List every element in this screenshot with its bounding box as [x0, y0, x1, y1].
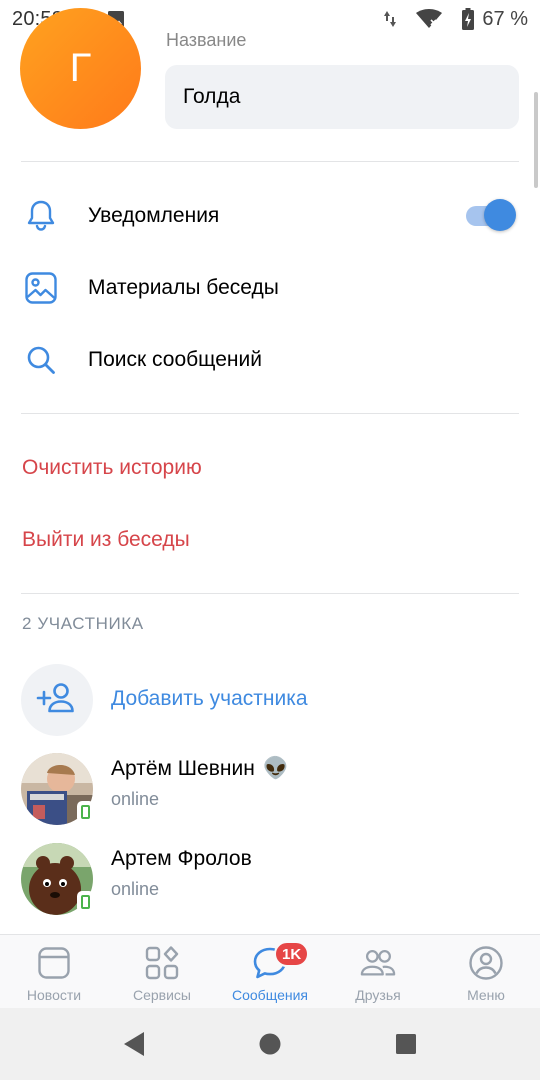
members-count-title: 2 УЧАСТНИКА [22, 614, 144, 633]
battery-percent: 67 % [482, 7, 528, 30]
member-status: online [111, 879, 160, 899]
tab-label: Друзья [355, 987, 401, 1003]
member-status: online [111, 789, 160, 809]
chat-name-value: Голда [183, 85, 241, 108]
chat-avatar-letter: Г [69, 46, 92, 90]
member-row[interactable]: Артём Шевнин 👽 online [0, 747, 540, 831]
toggle-thumb [484, 199, 516, 231]
chat-name-label: Название [166, 30, 247, 50]
chat-header: Г Название Голда [0, 8, 540, 160]
bell-icon [24, 199, 58, 233]
search-messages-label: Поиск сообщений [88, 348, 262, 371]
services-icon [144, 945, 180, 981]
member-name-text: Артем Фролов [111, 847, 252, 870]
tab-friends[interactable]: Друзья [324, 935, 432, 1009]
member-row[interactable]: Артем Фролов online [0, 837, 540, 921]
materials-label: Материалы беседы [88, 276, 279, 299]
messages-badge: 1K [274, 941, 310, 967]
alien-emoji: 👽 [262, 757, 289, 780]
tab-label: Новости [26, 987, 82, 1003]
add-user-icon [36, 682, 78, 719]
clear-history-button[interactable]: Очистить историю [22, 456, 202, 480]
member-name: Артем Фролов [111, 847, 252, 871]
notifications-label: Уведомления [88, 204, 220, 227]
tab-news[interactable]: Новости [0, 935, 108, 1009]
profile-icon [468, 945, 504, 981]
gallery-icon [24, 271, 58, 305]
tab-menu[interactable]: Меню [432, 935, 540, 1009]
tab-messages[interactable]: 1K Сообщения [216, 935, 324, 1009]
news-icon [36, 945, 72, 981]
notifications-item[interactable]: Уведомления [0, 180, 540, 252]
bottom-tab-bar: Новости Сервисы 1K Сообщения Друзья Меню [0, 934, 540, 1008]
system-nav-bar [0, 1008, 540, 1080]
wifi-icon [416, 9, 443, 29]
add-member-button[interactable]: Добавить участника [0, 662, 540, 740]
online-mobile-indicator [77, 801, 94, 823]
search-messages-item[interactable]: Поиск сообщений [0, 324, 540, 396]
home-icon[interactable] [256, 1030, 284, 1058]
add-member-circle [21, 664, 93, 736]
scrollbar[interactable] [534, 92, 538, 188]
notifications-toggle[interactable] [466, 199, 516, 233]
search-icon [24, 343, 58, 377]
tab-label: Меню [467, 987, 505, 1003]
battery-charging-icon [462, 8, 475, 30]
leave-chat-button[interactable]: Выйти из беседы [22, 528, 190, 552]
member-name: Артём Шевнин 👽 [111, 757, 289, 781]
materials-item[interactable]: Материалы беседы [0, 252, 540, 324]
member-name-text: Артём Шевнин [111, 757, 255, 780]
friends-icon [360, 945, 396, 981]
divider [21, 593, 519, 594]
back-icon[interactable] [120, 1030, 148, 1058]
recents-icon[interactable] [392, 1030, 420, 1058]
chat-avatar[interactable]: Г [20, 8, 141, 129]
tab-label: Сообщения [232, 987, 308, 1003]
online-mobile-indicator [77, 891, 94, 913]
divider [21, 161, 519, 162]
chat-name-input[interactable]: Голда [165, 65, 519, 129]
data-arrows-icon [384, 9, 397, 29]
divider [21, 413, 519, 414]
add-member-label: Добавить участника [111, 687, 308, 710]
tab-label: Сервисы [132, 987, 191, 1003]
tab-services[interactable]: Сервисы [108, 935, 216, 1009]
